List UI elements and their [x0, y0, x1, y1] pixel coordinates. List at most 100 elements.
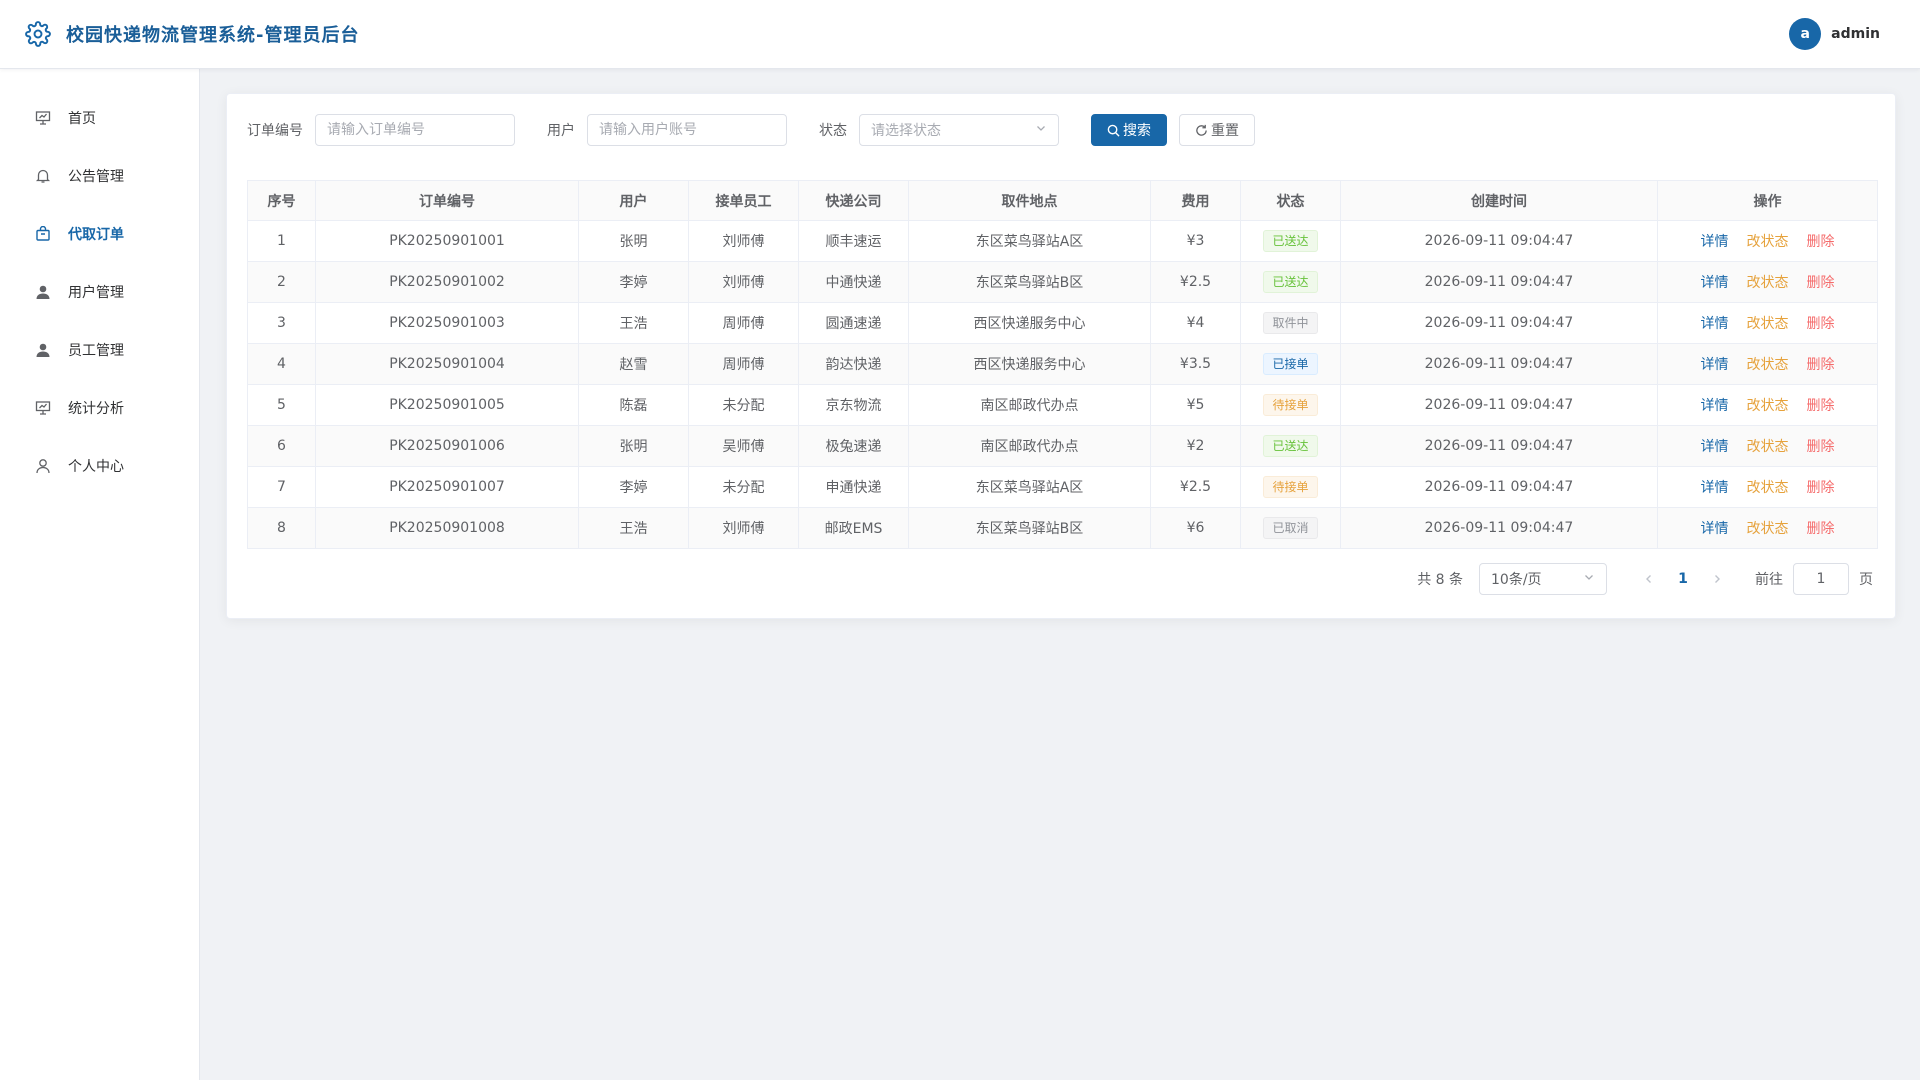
status-select[interactable]: 请选择状态 [859, 114, 1059, 146]
detail-link[interactable]: 详情 [1701, 313, 1729, 333]
created-time-cell: 2026-09-11 09:04:47 [1340, 425, 1658, 467]
page-suffix: 页 [1859, 572, 1873, 588]
delete-link[interactable]: 删除 [1807, 231, 1835, 251]
sidebar-item-orders[interactable]: 代取订单 [0, 205, 199, 263]
column-header: 快递公司 [798, 180, 909, 221]
user-input[interactable] [587, 114, 787, 146]
staff-name-cell: 吴师傅 [688, 425, 799, 467]
fee-cell: ¥2.5 [1150, 466, 1241, 508]
change-status-link[interactable]: 改状态 [1747, 518, 1789, 538]
table-row: 3 PK20250901003 王浩 周师傅 圆通速递 西区快递服务中心 ¥4 取件中 2026… [247, 302, 1878, 344]
chevron-down-icon [1583, 571, 1595, 587]
pickup-location-cell: 南区邮政代办点 [908, 384, 1151, 426]
user-name-cell: 陈磊 [578, 384, 689, 426]
column-header: 订单编号 [315, 180, 579, 221]
fee-cell: ¥3 [1150, 220, 1241, 262]
row-index-cell: 7 [247, 466, 316, 508]
avatar[interactable]: a [1789, 18, 1822, 50]
delete-link[interactable]: 删除 [1807, 395, 1835, 415]
detail-link[interactable]: 详情 [1701, 436, 1729, 456]
change-status-link[interactable]: 改状态 [1747, 354, 1789, 374]
staff-name-cell: 周师傅 [688, 302, 799, 344]
pickup-location-cell: 西区快递服务中心 [908, 302, 1151, 344]
delete-link[interactable]: 删除 [1807, 518, 1835, 538]
user-name-cell: 王浩 [578, 507, 689, 549]
created-time-cell: 2026-09-11 09:04:47 [1340, 302, 1658, 344]
row-actions: 详情 改状态 删除 [1658, 354, 1877, 374]
actions-cell: 详情 改状态 删除 [1657, 466, 1878, 508]
row-actions: 详情 改状态 删除 [1658, 395, 1877, 415]
search-bar: 订单编号 用户 状态 请选择状态 搜索 重置 [247, 114, 1875, 146]
column-header: 费用 [1150, 180, 1241, 221]
sidebar-item-label: 统计分析 [68, 401, 124, 417]
column-header: 状态 [1240, 180, 1341, 221]
page-number-current[interactable]: 1 [1667, 565, 1699, 593]
order-number-input[interactable] [315, 114, 515, 146]
prev-page-button[interactable] [1635, 565, 1663, 593]
change-status-link[interactable]: 改状态 [1747, 436, 1789, 456]
sidebar-item-home[interactable]: 首页 [0, 89, 199, 147]
sidebar-item-label: 员工管理 [68, 343, 124, 359]
column-header: 接单员工 [688, 180, 799, 221]
fee-cell: ¥2 [1150, 425, 1241, 467]
order-number-cell: PK20250901002 [315, 261, 579, 303]
status-badge: 已送达 [1263, 271, 1318, 293]
detail-link[interactable]: 详情 [1701, 354, 1729, 374]
change-status-link[interactable]: 改状态 [1747, 477, 1789, 497]
detail-link[interactable]: 详情 [1701, 518, 1729, 538]
user-outline-icon [34, 457, 52, 475]
fee-cell: ¥3.5 [1150, 343, 1241, 385]
column-header: 操作 [1657, 180, 1878, 221]
column-header: 取件地点 [908, 180, 1151, 221]
sidebar-item-statistics[interactable]: 统计分析 [0, 379, 199, 437]
sidebar-item-staff[interactable]: 员工管理 [0, 321, 199, 379]
bell-icon [34, 167, 52, 185]
orders-table: 序号 订单编号 用户 接单员工 快递公司 取件地点 费用 状态 创建时间 操作 1 PK202509… [247, 180, 1878, 549]
delete-link[interactable]: 删除 [1807, 477, 1835, 497]
change-status-link[interactable]: 改状态 [1747, 272, 1789, 292]
status-badge: 已送达 [1263, 435, 1318, 457]
sidebar-item-profile[interactable]: 个人中心 [0, 437, 199, 495]
change-status-link[interactable]: 改状态 [1747, 231, 1789, 251]
chevron-down-icon [1035, 122, 1047, 138]
pickup-location-cell: 东区菜鸟驿站A区 [908, 220, 1151, 262]
detail-link[interactable]: 详情 [1701, 272, 1729, 292]
chevron-left-icon [1646, 575, 1651, 583]
user-name-cell: 张明 [578, 220, 689, 262]
chevron-right-icon [1715, 575, 1720, 583]
user-menu[interactable]: a admin [1789, 18, 1880, 50]
next-page-button[interactable] [1703, 565, 1731, 593]
created-time-cell: 2026-09-11 09:04:47 [1340, 261, 1658, 303]
username[interactable]: admin [1831, 26, 1880, 42]
status-cell: 待接单 [1240, 466, 1341, 508]
goto-page-input[interactable] [1793, 563, 1849, 595]
column-header: 序号 [247, 180, 316, 221]
column-header: 用户 [578, 180, 689, 221]
staff-name-cell: 未分配 [688, 384, 799, 426]
status-cell: 已送达 [1240, 425, 1341, 467]
delete-link[interactable]: 删除 [1807, 436, 1835, 456]
table-row: 4 PK20250901004 赵雪 周师傅 韵达快递 西区快递服务中心 ¥3.5 已接单 20… [247, 343, 1878, 385]
sidebar-item-users[interactable]: 用户管理 [0, 263, 199, 321]
search-button[interactable]: 搜索 [1091, 114, 1167, 146]
status-cell: 待接单 [1240, 384, 1341, 426]
row-index-cell: 8 [247, 507, 316, 549]
page-size-select[interactable]: 10条/页 [1479, 563, 1607, 595]
row-actions: 详情 改状态 删除 [1658, 231, 1877, 251]
row-index-cell: 5 [247, 384, 316, 426]
reset-button[interactable]: 重置 [1179, 114, 1255, 146]
detail-link[interactable]: 详情 [1701, 395, 1729, 415]
status-cell: 已取消 [1240, 507, 1341, 549]
table-row: 6 PK20250901006 张明 吴师傅 极兔速递 南区邮政代办点 ¥2 已送达 2026-… [247, 425, 1878, 467]
search-button-label: 搜索 [1123, 123, 1151, 139]
change-status-link[interactable]: 改状态 [1747, 395, 1789, 415]
sidebar-item-announcements[interactable]: 公告管理 [0, 147, 199, 205]
delete-link[interactable]: 删除 [1807, 313, 1835, 333]
change-status-link[interactable]: 改状态 [1747, 313, 1789, 333]
detail-link[interactable]: 详情 [1701, 477, 1729, 497]
delete-link[interactable]: 删除 [1807, 272, 1835, 292]
delete-link[interactable]: 删除 [1807, 354, 1835, 374]
created-time-cell: 2026-09-11 09:04:47 [1340, 343, 1658, 385]
detail-link[interactable]: 详情 [1701, 231, 1729, 251]
courier-company-cell: 申通快递 [798, 466, 909, 508]
